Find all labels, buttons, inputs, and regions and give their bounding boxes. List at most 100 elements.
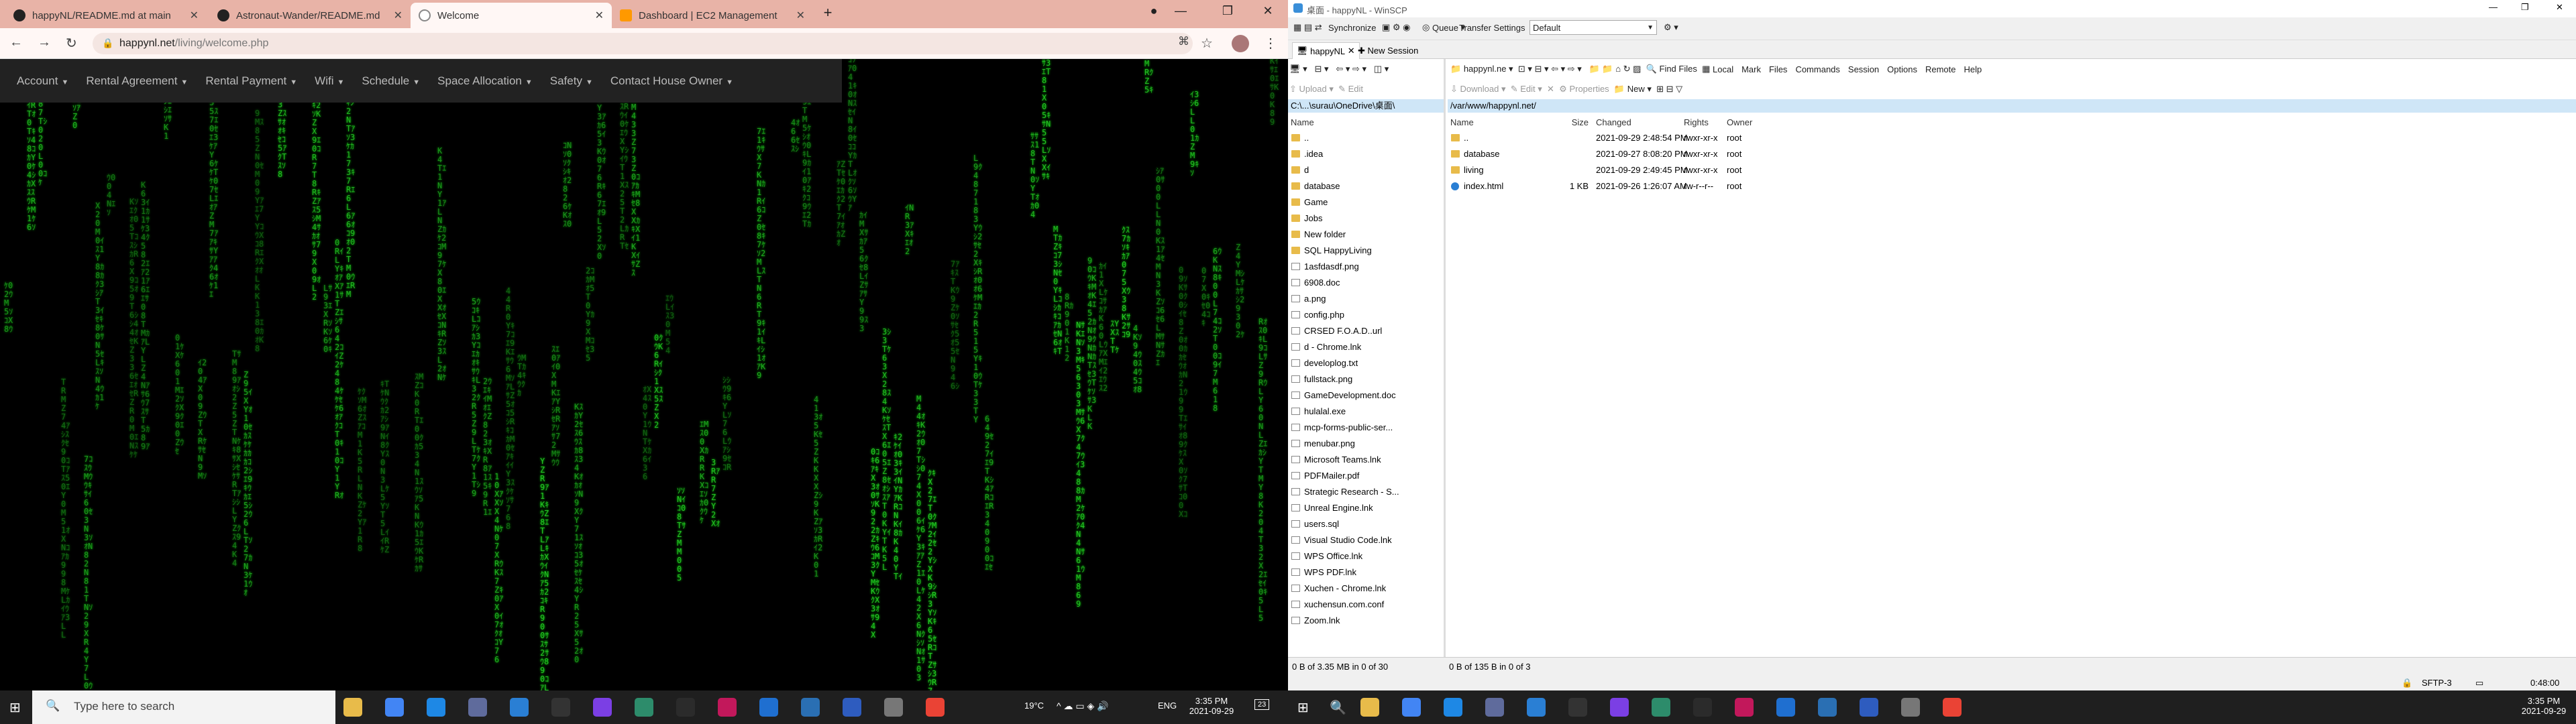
local-file-row[interactable]: xuchensun.com.conf [1288,597,1442,613]
menu-item-session[interactable]: Session [1848,64,1879,74]
remote-file-row[interactable]: .. 2021-09-29 2:48:54 PM rwxr-xr-x root [1448,130,1850,146]
local-file-row[interactable]: hulalal.exe [1288,404,1442,420]
local-file-row[interactable]: GameDevelopment.doc [1288,387,1442,404]
minimize-button[interactable]: — [2489,2,2498,12]
local-file-row[interactable]: CRSED F.O.A.D..url [1288,323,1442,339]
vscode-icon[interactable] [1776,698,1795,717]
transfer-options-icon[interactable]: ⚙ ▾ [1664,17,1678,38]
col-name[interactable]: Name [1450,115,1474,130]
weather[interactable]: 19°C [1024,701,1044,711]
clock[interactable]: 3:35 PM 2021-09-29 [2517,696,2571,716]
col-size[interactable]: Size [1554,115,1589,130]
local-file-row[interactable]: Unreal Engine.lnk [1288,500,1442,516]
search-input[interactable]: 🔍 Type here to search [32,690,335,724]
local-file-row[interactable]: PDFMailer.pdf [1288,468,1442,484]
nav-rental-payment[interactable]: Rental Payment ▼ [205,74,297,88]
local-file-row[interactable]: Strategic Research - S... [1288,484,1442,500]
local-file-row[interactable]: New folder [1288,227,1442,243]
local-file-row[interactable]: .. [1288,130,1442,146]
close-tab-icon[interactable]: ✕ [796,9,805,22]
menu-item-help[interactable]: Help [1964,64,1982,74]
remote-file-row[interactable]: database 2021-09-27 8:08:20 PM rwxr-xr-x ro… [1448,146,1850,162]
delete-icon[interactable]: ✕ [1547,84,1554,95]
local-file-row[interactable]: 1asfdasdf.png [1288,259,1442,275]
remote-file-row[interactable]: living 2021-09-29 2:49:45 PM rwxr-xr-x root [1448,162,1850,178]
close-tab-icon[interactable]: ✕ [190,9,199,22]
properties-button[interactable]: ⚙ Properties [1559,84,1609,95]
local-file-row[interactable]: fullstack.png [1288,371,1442,387]
local-file-row[interactable]: developlog.txt [1288,355,1442,371]
notification-badge[interactable]: 23 [1254,699,1270,710]
remote-toolbar[interactable]: ⊡ ▾ ⊟ ▾ ⇦ ▾ ⇨ ▾ 📁 📁 ⌂ ↻ ▨ [1518,64,1642,74]
menu-kebab-icon[interactable]: ⋮ [1264,35,1277,52]
unreal-icon[interactable] [551,698,570,717]
menu-item-commands[interactable]: Commands [1795,64,1839,74]
new-tab-button[interactable]: + [814,4,841,21]
url-input[interactable]: 🔒 happynl.net/living/welcome.php [93,33,1193,54]
browser-tab-4[interactable]: Dashboard | EC2 Management ✕ [612,3,813,28]
remote-session-combo[interactable]: 📁 happynl.ne ▾ [1450,64,1513,74]
back-icon[interactable]: ← [9,35,23,50]
winscp-icon[interactable] [1527,698,1546,717]
media-icon[interactable]: ● [1140,4,1167,18]
new-session-tab[interactable]: ✚ New Session [1354,42,1422,59]
menu-item-files[interactable]: Files [1769,64,1787,74]
lang[interactable]: ENG [1158,701,1177,711]
avatar[interactable] [1232,35,1249,52]
steam-icon[interactable] [843,698,861,717]
toolbar-icon-group[interactable]: ▦ ▤ ⇄ [1293,17,1322,38]
local-file-row[interactable]: Microsoft Teams.lnk [1288,452,1442,468]
app-icon[interactable] [1693,698,1712,717]
winscp-icon[interactable] [510,698,529,717]
local-file-row[interactable]: WPS Office.lnk [1288,548,1442,564]
chrome-icon[interactable] [926,698,945,717]
close-tab-icon[interactable]: ✕ [595,9,604,22]
app-icon[interactable] [801,698,820,717]
transfer-settings-select[interactable]: Default ▼ [1529,20,1657,35]
app-icon[interactable] [676,698,695,717]
restore-button[interactable]: ❐ [1214,4,1241,18]
start-button[interactable]: ⊞ [9,699,21,716]
upload-button[interactable]: ⇧ Upload ▾ [1289,84,1334,95]
file-explorer-icon[interactable] [1360,698,1379,717]
local-file-row[interactable]: users.sql [1288,516,1442,532]
menu-item-options[interactable]: Options [1887,64,1917,74]
local-file-row[interactable]: d [1288,162,1442,178]
local-file-row[interactable]: SQL HappyLiving [1288,243,1442,259]
menu-item-local[interactable]: Local [1713,64,1733,74]
local-file-row[interactable]: 6908.doc [1288,275,1442,291]
local-file-row[interactable]: Xuchen - Chrome.lnk [1288,581,1442,597]
visual-studio-icon[interactable] [593,698,612,717]
download-button[interactable]: ⇩ Download ▾ [1450,84,1505,95]
browser-tab-3[interactable]: Welcome ✕ [411,3,612,28]
close-button[interactable]: ✕ [2556,2,2563,13]
browser-tab-2[interactable]: Astronaut-Wander/README.md ✕ [209,3,411,28]
local-file-row[interactable]: Jobs [1288,210,1442,227]
app-icon[interactable] [1652,698,1670,717]
nav-account[interactable]: Account ▼ [17,74,68,88]
app-icon[interactable] [468,698,487,717]
chrome-icon[interactable] [1402,698,1421,717]
steam-icon[interactable] [1860,698,1878,717]
translate-icon[interactable]: ⌘ [1178,35,1189,48]
local-file-row[interactable]: menubar.png [1288,436,1442,452]
select-icons[interactable]: ⊞ ⊟ ▽ [1656,84,1682,95]
close-button[interactable]: ✕ [1254,4,1281,18]
visual-studio-icon[interactable] [1610,698,1629,717]
local-file-row[interactable]: Visual Studio Code.lnk [1288,532,1442,548]
col-changed[interactable]: Changed [1596,115,1631,130]
local-file-row[interactable]: WPS PDF.lnk [1288,564,1442,581]
vscode-icon[interactable] [759,698,778,717]
lock-icon[interactable]: 🔒 [102,38,113,49]
nav-wifi[interactable]: Wifi ▼ [315,74,344,88]
nav-safety[interactable]: Safety ▼ [550,74,593,88]
app-icon[interactable] [1735,698,1754,717]
close-tab-icon[interactable]: ✕ [394,9,402,22]
col-owner[interactable]: Owner [1727,115,1752,130]
nav-contact-house-owner[interactable]: Contact House Owner ▼ [610,74,733,88]
local-file-row[interactable]: database [1288,178,1442,194]
app-icon[interactable] [884,698,903,717]
nav-schedule[interactable]: Schedule ▼ [362,74,420,88]
local-file-row[interactable]: a.png [1288,291,1442,307]
edit-button[interactable]: ✎ Edit ▾ [1511,84,1542,95]
